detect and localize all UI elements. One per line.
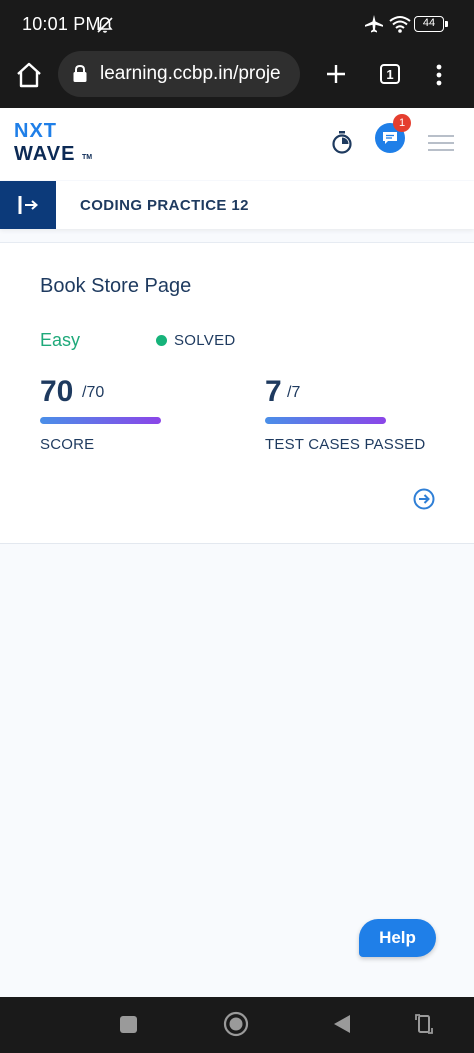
score-total: /70	[82, 384, 105, 401]
score-label: SCORE	[40, 436, 95, 453]
logo-trademark: TM	[82, 154, 93, 161]
test-cases-progress-bar	[265, 417, 386, 424]
status-time: 10:01 PM	[22, 14, 101, 34]
site-header: NXT WAVE TM 1	[0, 108, 474, 180]
address-bar[interactable]: learning.ccbp.in/proje	[58, 51, 300, 97]
expand-sidebar-icon	[18, 196, 39, 214]
system-navigation-bar	[0, 997, 474, 1053]
more-vert-icon[interactable]	[435, 64, 443, 86]
test-cases-value: 7	[265, 375, 282, 408]
menu-icon[interactable]	[428, 134, 454, 152]
notification-badge: 1	[393, 114, 411, 132]
logo-line-2: WAVE	[14, 143, 76, 165]
practice-title: CODING PRACTICE 12	[80, 197, 249, 214]
back-triangle-icon[interactable]	[333, 1014, 351, 1034]
home-circle-icon[interactable]	[223, 1011, 249, 1037]
url-text: learning.ccbp.in/proje	[100, 63, 281, 84]
solved-status: SOLVED	[174, 332, 236, 349]
browser-toolbar: learning.ccbp.in/proje 1	[0, 50, 474, 108]
wifi-icon	[389, 16, 411, 33]
status-bar: 10:01 PM 44	[0, 0, 474, 50]
chat-icon	[383, 132, 397, 144]
problem-card: Book Store Page Easy SOLVED 70 /70 SCORE…	[0, 242, 474, 544]
score-value: 70	[40, 375, 74, 408]
bell-off-icon	[97, 17, 113, 33]
difficulty-label: Easy	[40, 330, 81, 350]
battery-level: 44	[422, 17, 436, 29]
logo-line-1: NXT	[14, 120, 57, 142]
problem-title[interactable]: Book Store Page	[40, 275, 191, 298]
new-tab-plus-icon[interactable]	[325, 63, 347, 85]
rotate-icon[interactable]	[414, 1012, 434, 1036]
airplane-icon	[365, 15, 383, 33]
help-button[interactable]: Help	[359, 919, 436, 957]
arrow-right-circle-icon[interactable]	[413, 488, 435, 510]
tabs-icon[interactable]: 1	[380, 64, 400, 84]
tab-count: 1	[386, 67, 394, 82]
solved-status-dot	[156, 335, 167, 346]
stopwatch-icon[interactable]	[331, 130, 353, 154]
battery-icon: 44	[414, 16, 448, 32]
lock-icon	[73, 64, 87, 82]
practice-bar: CODING PRACTICE 12	[0, 181, 474, 229]
sidebar-toggle-button[interactable]	[0, 181, 56, 229]
recents-square-icon[interactable]	[120, 1016, 137, 1033]
score-progress-bar	[40, 417, 161, 424]
test-cases-label: TEST CASES PASSED	[265, 436, 426, 453]
nxtwave-logo[interactable]: NXT WAVE TM	[0, 108, 110, 168]
home-icon[interactable]	[15, 62, 43, 88]
test-cases-total: /7	[287, 384, 301, 401]
